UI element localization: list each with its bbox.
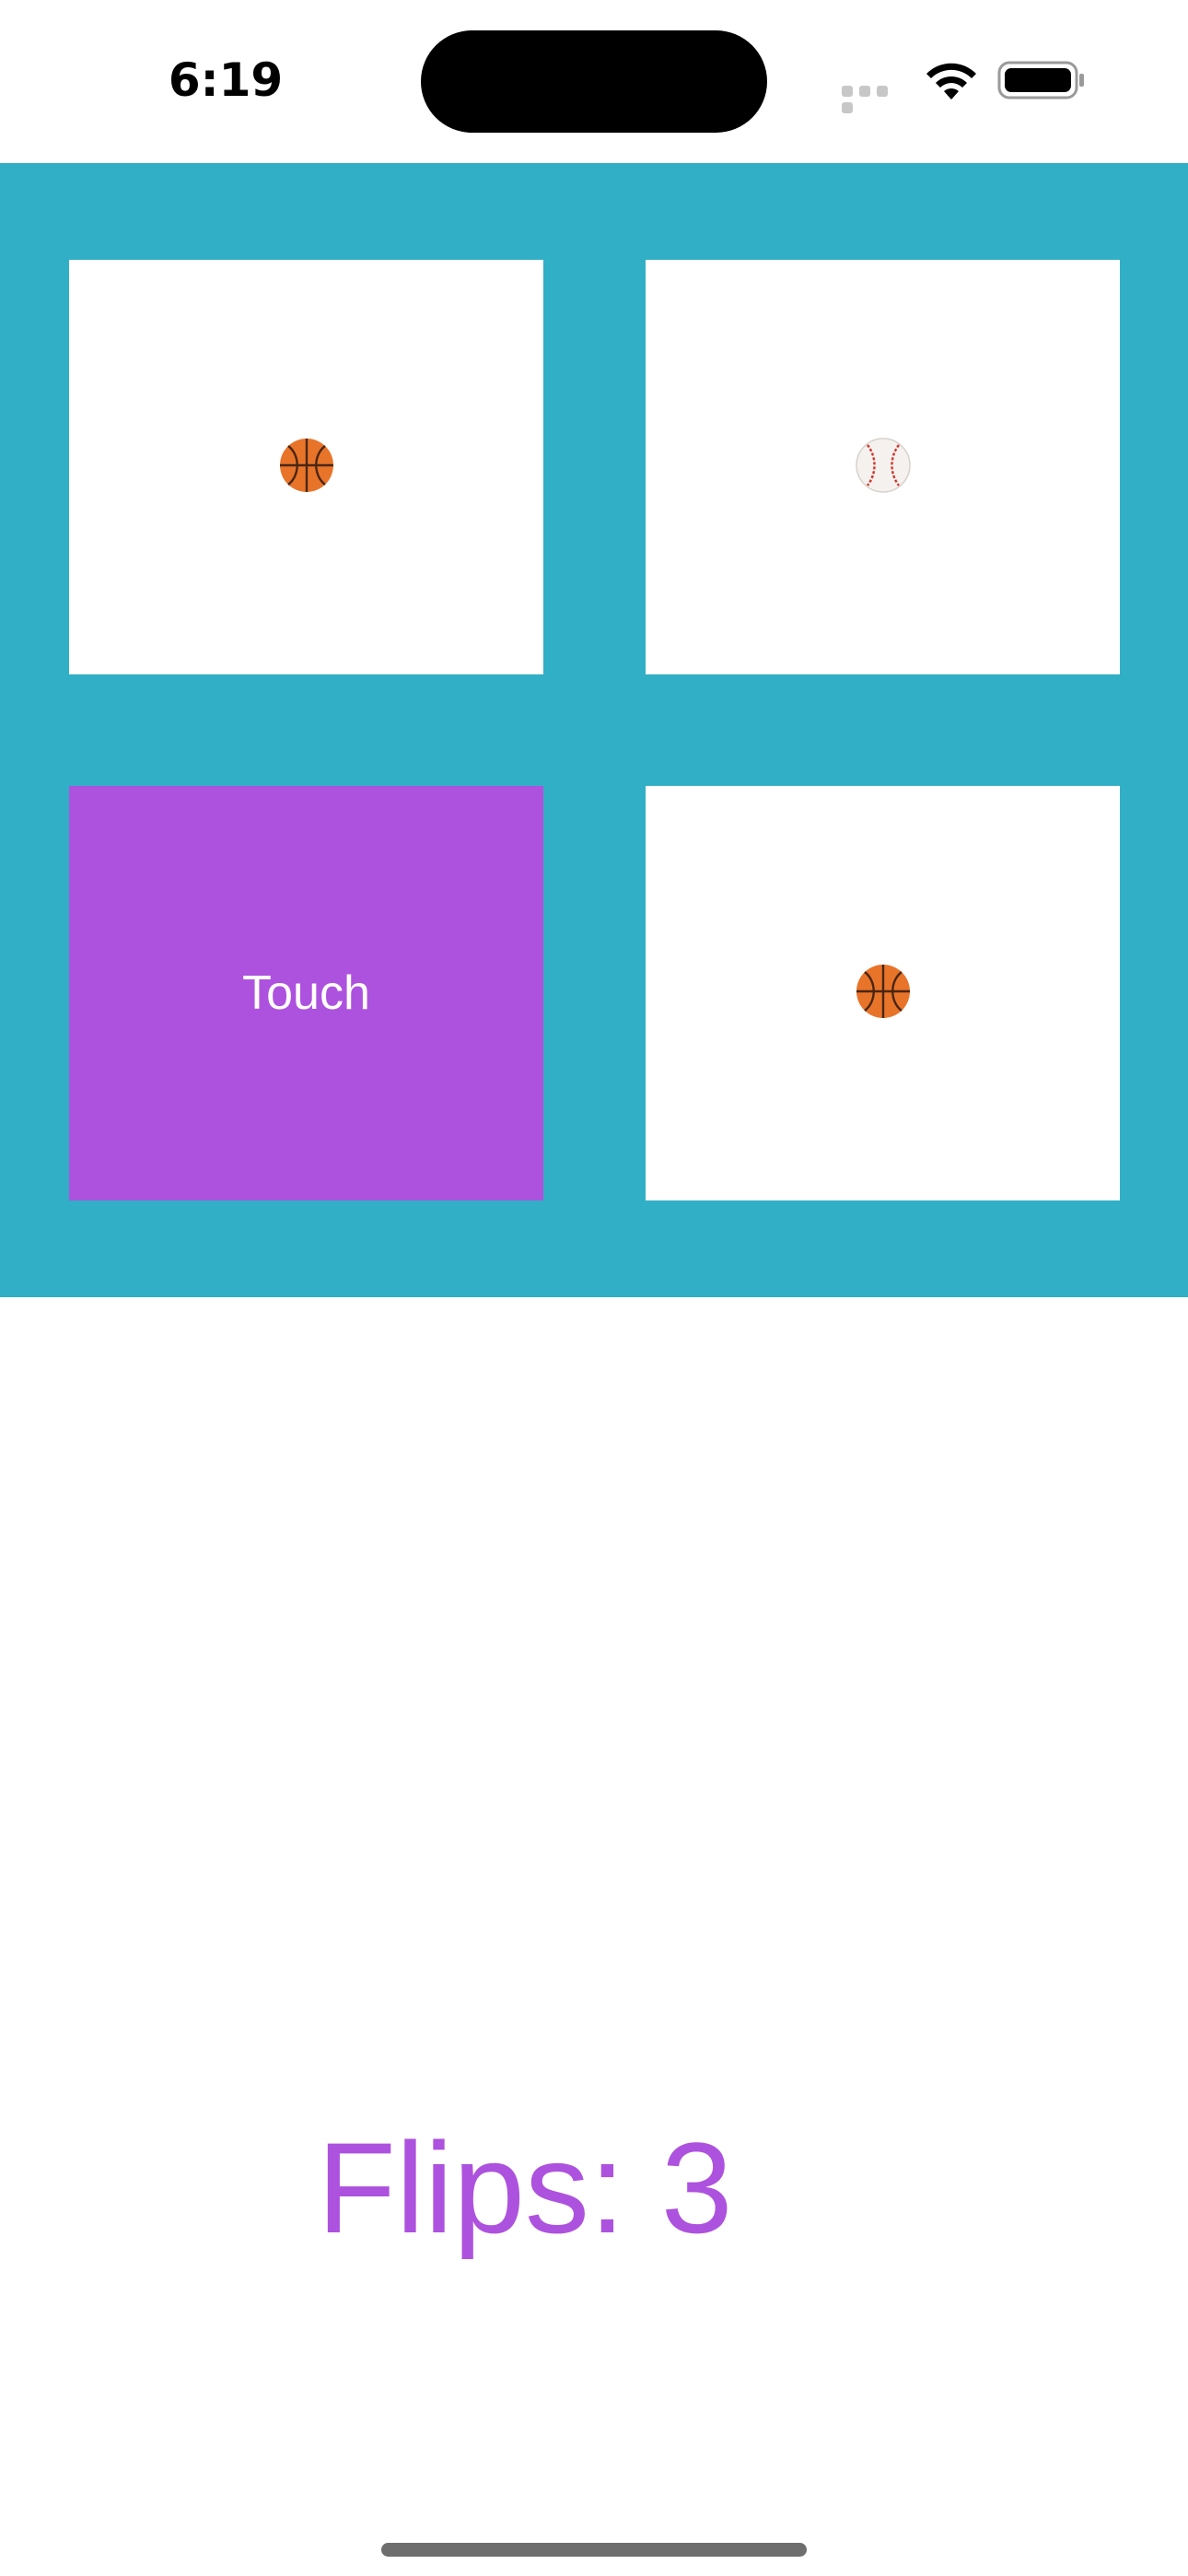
card-1[interactable] [69,260,543,674]
status-time: 6:19 [168,53,284,107]
home-indicator[interactable] [381,2543,807,2557]
cellular-signal-icon [842,85,908,113]
basketball-icon [278,437,335,498]
basketball-icon [855,963,912,1025]
card-touch-label: Touch [242,966,370,1020]
card-board: Touch [0,163,1188,1297]
wifi-icon [921,57,982,103]
card-3[interactable]: Touch [69,786,543,1200]
dynamic-island [421,30,767,133]
flip-count-label: Flips: 3 [317,2115,733,2260]
baseball-icon [855,437,912,498]
card-2[interactable] [646,260,1120,674]
card-4[interactable] [646,786,1120,1200]
status-bar: 6:19 [0,0,1188,163]
battery-icon [997,61,1086,100]
